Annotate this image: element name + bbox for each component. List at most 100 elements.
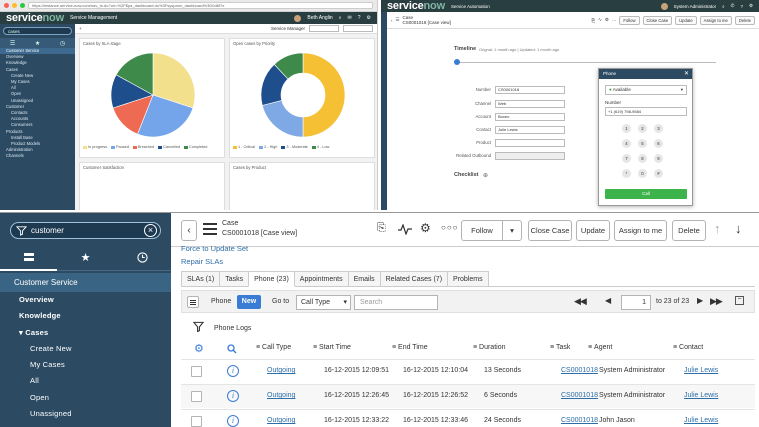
legend-item[interactable]: 3 - Moderate: [281, 145, 308, 149]
close-dot-icon[interactable]: [4, 3, 9, 8]
field-input[interactable]: Boxeo: [495, 113, 565, 121]
keypad-key[interactable]: 8: [638, 154, 647, 163]
list-search-input[interactable]: Search: [354, 295, 438, 310]
filter-icon[interactable]: [193, 321, 204, 332]
clear-icon[interactable]: ×: [144, 224, 157, 237]
tab-tasks[interactable]: Tasks: [219, 271, 250, 286]
keypad-key[interactable]: 2: [638, 124, 647, 133]
field-input[interactable]: Julie Lewis: [495, 126, 565, 134]
tab-appointments[interactable]: Appointments: [293, 271, 349, 286]
info-icon[interactable]: i: [227, 390, 239, 402]
back-icon[interactable]: ‹: [391, 18, 393, 23]
user-name[interactable]: System Administrator: [674, 4, 717, 9]
field-input[interactable]: Web: [495, 100, 565, 108]
table-cell[interactable]: Outgoing: [267, 392, 295, 399]
keypad-key[interactable]: 0: [638, 169, 647, 178]
timeline-marker[interactable]: [454, 59, 460, 65]
table-cell[interactable]: Julie Lewis: [684, 392, 718, 399]
search-icon[interactable]: [227, 344, 237, 354]
table-row[interactable]: i Outgoing 16-12-2015 12:33:22 16-12-2015 1…: [181, 409, 755, 427]
list-settings-icon[interactable]: ⚙: [194, 342, 204, 355]
field-input[interactable]: CS0001018: [495, 86, 565, 94]
sidebar-item-knowledge[interactable]: Knowledge: [0, 308, 171, 324]
delete-button[interactable]: Delete: [734, 15, 755, 25]
tab-emails[interactable]: Emails: [347, 271, 381, 286]
tab-slas[interactable]: SLAs (1): [181, 271, 221, 286]
gear-icon[interactable]: ⚙: [367, 15, 371, 21]
column-header[interactable]: ≡ Contact: [673, 344, 703, 351]
legend-item[interactable]: In progress: [83, 145, 107, 149]
column-header[interactable]: ≡ Task: [550, 344, 570, 351]
sidebar-item-create-new[interactable]: Create New: [0, 341, 171, 357]
legend-item[interactable]: 1 - Critical: [233, 145, 255, 149]
clock-icon[interactable]: ◷: [60, 40, 65, 47]
context-menu-icon[interactable]: [203, 223, 217, 235]
attachment-icon[interactable]: ⎘: [591, 18, 595, 23]
settings-icon[interactable]: ⚙: [420, 221, 431, 235]
back-button[interactable]: ‹: [181, 220, 197, 241]
goto-field-select[interactable]: Call Type ▾: [296, 295, 351, 310]
table-cell[interactable]: CS0001018: [561, 417, 598, 424]
column-header[interactable]: ≡ Call Type: [256, 344, 291, 351]
previous-page-icon[interactable]: ◀: [605, 296, 611, 305]
servicenow-logo[interactable]: servicenow: [6, 12, 64, 24]
next-page-icon[interactable]: ▶: [697, 296, 703, 305]
follow-button[interactable]: Follow: [461, 220, 503, 241]
tab-related-cases[interactable]: Related Cases (7): [379, 271, 449, 286]
help-icon[interactable]: ?: [358, 15, 361, 21]
keypad-key[interactable]: 4: [622, 139, 631, 148]
table-cell[interactable]: CS0001018: [561, 392, 598, 399]
keypad-key[interactable]: 1: [622, 124, 631, 133]
activity-icon[interactable]: ∿: [598, 17, 602, 23]
info-icon[interactable]: i: [227, 365, 239, 377]
legend-item[interactable]: Paused: [111, 145, 129, 149]
update-button[interactable]: Update: [576, 220, 610, 241]
first-page-icon[interactable]: ◀◀: [574, 296, 587, 307]
row-checkbox[interactable]: [191, 416, 202, 427]
menu-icon[interactable]: ☰: [10, 40, 15, 47]
previous-record-icon[interactable]: ↑: [714, 221, 721, 236]
table-row[interactable]: i Outgoing 16-12-2015 12:26:45 16-12-2015 1…: [181, 384, 755, 408]
maximize-dot-icon[interactable]: [20, 3, 25, 8]
field-input[interactable]: [495, 139, 565, 147]
dashboard-select[interactable]: [309, 25, 339, 32]
field-input[interactable]: [495, 152, 565, 160]
plus-circle-icon[interactable]: ⊕: [483, 172, 488, 179]
column-header[interactable]: ≡ Agent: [588, 344, 612, 351]
keypad-key[interactable]: 5: [638, 139, 647, 148]
tab-history[interactable]: [114, 245, 171, 271]
legend-item[interactable]: Completed: [184, 145, 207, 149]
help-icon[interactable]: ?: [740, 4, 743, 9]
tab-phone[interactable]: Phone (23): [248, 271, 295, 287]
sidebar-item-unassigned[interactable]: Unassigned: [0, 406, 171, 422]
repair-slas-link[interactable]: Repair SLAs: [181, 257, 248, 267]
phone-icon[interactable]: ✆: [731, 3, 735, 9]
page-input[interactable]: 1: [621, 295, 651, 310]
keypad-key[interactable]: #: [654, 169, 663, 178]
menu-icon[interactable]: ☰: [396, 17, 400, 23]
table-cell[interactable]: CS0001018: [561, 367, 598, 374]
avatar[interactable]: [660, 2, 668, 10]
plus-icon[interactable]: +: [79, 26, 82, 31]
chat-icon[interactable]: ✉: [348, 15, 352, 21]
sidebar-item-all[interactable]: All: [0, 373, 171, 389]
update-button[interactable]: Update: [675, 15, 697, 25]
tab-favorites[interactable]: ★: [57, 245, 114, 271]
keypad-key[interactable]: 3: [654, 124, 663, 133]
close-icon[interactable]: ✕: [684, 70, 689, 77]
sidebar-item-cases[interactable]: ▾ Cases: [0, 325, 171, 341]
assign-to-me-button[interactable]: Assign to me: [699, 15, 732, 25]
row-checkbox[interactable]: [191, 366, 202, 377]
address-bar[interactable]: https://instance.service-now.com/nav_to.…: [28, 2, 373, 9]
legend-item[interactable]: 4 - Low: [311, 145, 329, 149]
status-select[interactable]: ● Available ▾: [605, 85, 687, 95]
keypad-key[interactable]: 7: [622, 154, 631, 163]
keypad-key[interactable]: *: [622, 169, 631, 178]
table-cell[interactable]: Julie Lewis: [684, 367, 718, 374]
search-icon[interactable]: ⌕: [722, 4, 725, 9]
number-input[interactable]: +1 (619) 798-9584: [605, 107, 687, 116]
table-cell[interactable]: Julie Lewis: [684, 417, 718, 424]
legend-item[interactable]: 2 - High: [259, 145, 277, 149]
search-icon[interactable]: ⌕: [339, 15, 342, 21]
force-update-set-link[interactable]: Force to Update Set: [181, 244, 248, 254]
